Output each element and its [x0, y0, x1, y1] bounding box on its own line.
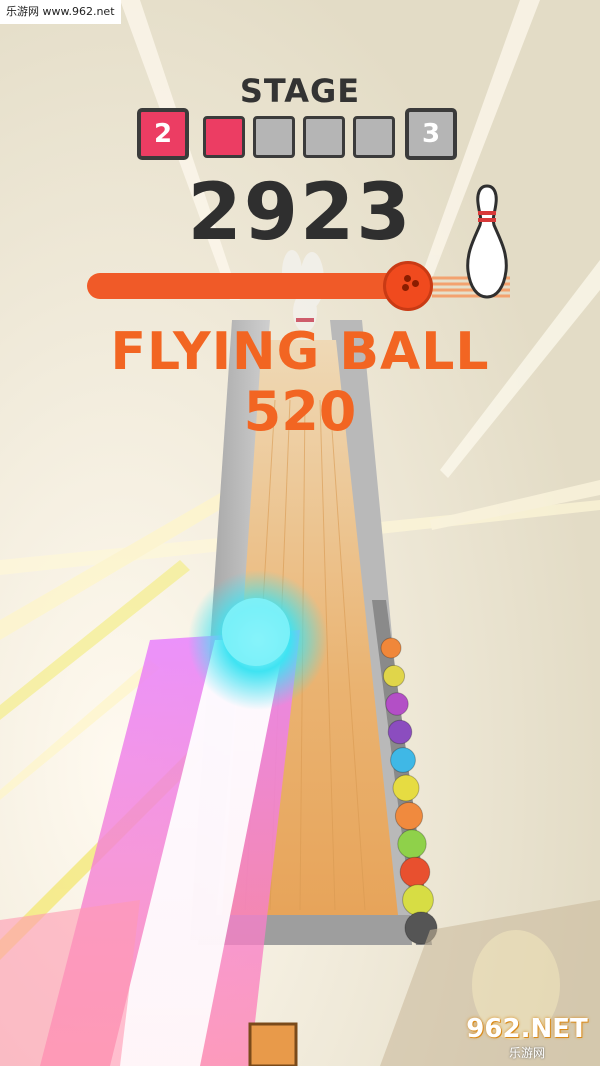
- stage-segment: [303, 116, 345, 158]
- next-stage-box: 3: [405, 108, 457, 160]
- rack-ball: [387, 719, 413, 745]
- rack-ball: [392, 774, 420, 802]
- stage-segment: [253, 116, 295, 158]
- rack-ball: [380, 637, 402, 659]
- watermark-logo: 962.NET 乐游网: [462, 1014, 592, 1060]
- rack-ball: [397, 829, 427, 859]
- rack-ball: [382, 664, 406, 688]
- game-scene: [0, 0, 600, 1066]
- current-stage-box: 2: [137, 108, 189, 160]
- rack-ball: [385, 692, 409, 716]
- watermark-top: 乐游网 www.962.net: [0, 0, 121, 24]
- level-progress-fill: [87, 273, 399, 299]
- bonus-value: 520: [243, 380, 357, 443]
- watermark-logo-sub: 乐游网: [508, 1046, 545, 1060]
- stage-segment: [353, 116, 395, 158]
- ball-launcher: [248, 1022, 298, 1066]
- rack-ball: [394, 801, 424, 831]
- bowling-ball-icon: [383, 261, 433, 311]
- level-progress-bar: [87, 273, 423, 299]
- watermark-logo-text: 962.NET: [466, 1014, 588, 1044]
- rack-ball: [390, 747, 416, 773]
- bonus-label: FLYING BALL: [110, 322, 490, 382]
- rack-ball: [402, 884, 434, 916]
- bowling-pin-icon: [466, 184, 508, 299]
- stage-label: STAGE: [239, 72, 361, 110]
- stage-segment: [203, 116, 245, 158]
- rack-ball: [399, 856, 431, 888]
